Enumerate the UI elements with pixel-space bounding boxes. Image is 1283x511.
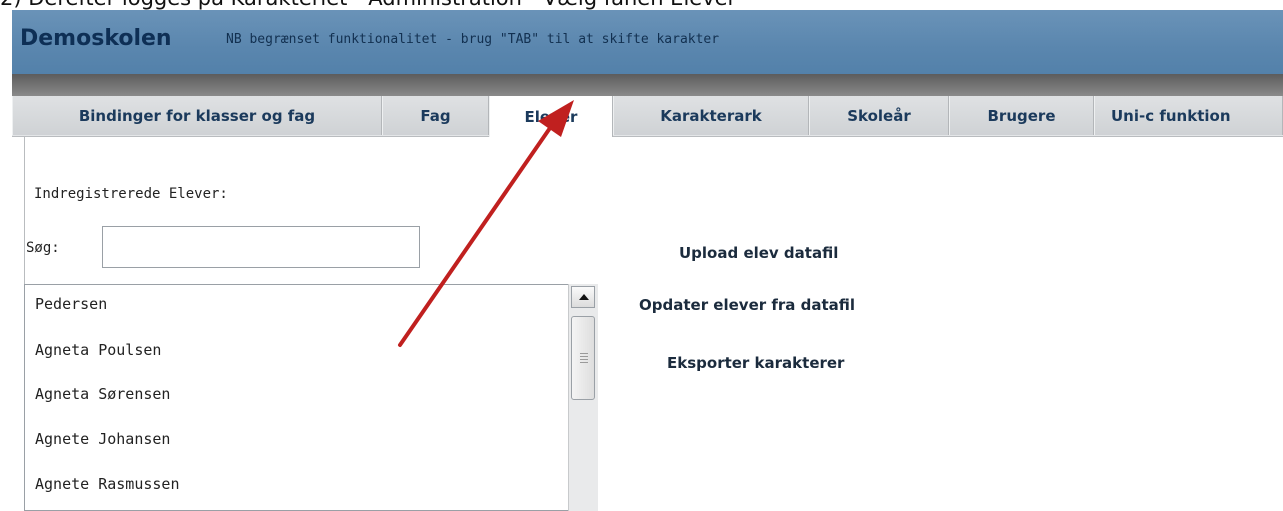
students-heading: Indregistrerede Elever: (34, 186, 228, 202)
scroll-thumb[interactable] (571, 316, 595, 400)
grip-line (580, 362, 588, 363)
tab-skolear[interactable]: Skoleår (809, 96, 949, 135)
header-separator (12, 74, 1283, 96)
list-item[interactable]: Agneta Poulsen (35, 341, 161, 359)
grip-line (580, 356, 588, 357)
update-students-link[interactable]: Opdater elever fra datafil (639, 296, 855, 314)
tab-karakterark[interactable]: Karakterark (613, 96, 809, 135)
upload-datafile-link[interactable]: Upload elev datafil (679, 244, 838, 262)
school-name: Demoskolen (20, 26, 172, 51)
list-item[interactable]: Agneta Sørensen (35, 385, 170, 403)
tab-bar: Bindinger for klasser og fag Fag Elever … (12, 96, 1283, 137)
list-item[interactable]: Agnete Johansen (35, 430, 170, 448)
search-label: Søg: (26, 240, 60, 256)
scroll-up-arrow-icon[interactable] (571, 286, 595, 308)
list-item[interactable]: Agnete Rasmussen (35, 475, 180, 493)
tab-elever[interactable]: Elever (489, 96, 613, 137)
tab-fag[interactable]: Fag (382, 96, 489, 135)
app-header: Demoskolen NB begrænset funktionalitet -… (12, 10, 1283, 74)
tab-brugere[interactable]: Brugere (949, 96, 1094, 135)
tab-uni-c-funktion[interactable]: Uni-c funktion (1094, 96, 1283, 135)
students-listbox: Pedersen Agneta Poulsen Agneta Sørensen … (24, 284, 598, 511)
list-item[interactable]: Pedersen (35, 295, 107, 313)
grip-line (580, 353, 588, 354)
instruction-caption: 2) Derefter logges på Karakterlet - Admi… (0, 0, 1283, 10)
list-scrollbar[interactable] (568, 284, 598, 511)
grip-line (580, 359, 588, 360)
tab-bindinger[interactable]: Bindinger for klasser og fag (12, 96, 382, 135)
export-grades-link[interactable]: Eksporter karakterer (667, 354, 844, 372)
functionality-notice: NB begrænset funktionalitet - brug "TAB"… (226, 32, 720, 47)
search-input[interactable] (102, 226, 420, 268)
